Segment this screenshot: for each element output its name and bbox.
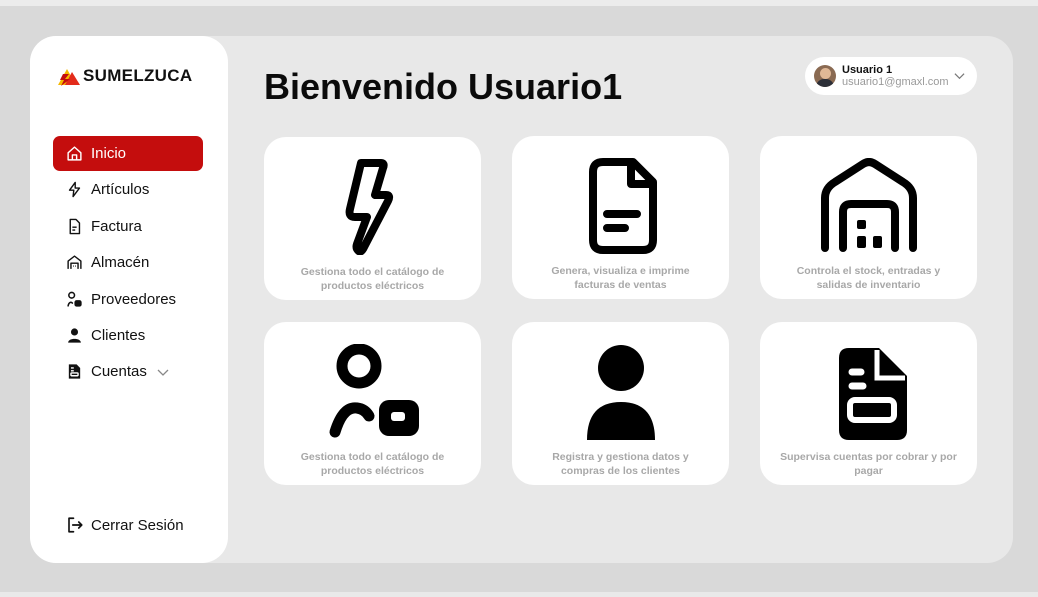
sidebar-nav: Inicio Artículos Factura Almacén Proveed… <box>53 136 203 391</box>
sidebar-item-factura[interactable]: Factura <box>53 209 203 244</box>
chevron-down-icon[interactable] <box>954 70 965 81</box>
document-icon <box>588 158 657 254</box>
card-description: Registra y gestiona datos y compras de l… <box>552 451 689 477</box>
chevron-down-icon[interactable] <box>157 366 169 378</box>
supplier-icon <box>329 344 419 438</box>
sidebar-item-proveedores[interactable]: Proveedores <box>53 282 203 317</box>
sidebar-item-label: Factura <box>91 217 142 235</box>
card-factura[interactable]: Genera, visualiza e imprime facturas de … <box>512 136 729 299</box>
page-title: Bienvenido Usuario1 <box>264 66 623 107</box>
brand-name: SUMELZUCA <box>83 66 193 85</box>
card-description: Gestiona todo el catálogo de productos e… <box>300 451 445 477</box>
user-name: Usuario 1 <box>842 64 893 76</box>
card-clientes[interactable]: Registra y gestiona datos y compras de l… <box>512 322 729 485</box>
user-menu[interactable]: Usuario 1 usuario1@gmaxl.com <box>805 57 977 95</box>
sidebar-item-label: Proveedores <box>91 290 177 308</box>
home-icon <box>66 145 83 162</box>
card-cuentas[interactable]: Supervisa cuentas por cobrar y por pagar <box>760 322 977 485</box>
logo-icon <box>58 69 80 86</box>
card-description: Genera, visualiza e imprime facturas de … <box>551 265 690 291</box>
sidebar-item-label: Inicio <box>91 145 127 162</box>
brand-logo[interactable]: SUMELZUCA <box>56 66 192 86</box>
top-strip <box>0 0 1038 6</box>
sidebar-item-label: Almacén <box>91 254 150 272</box>
sidebar-item-label: Clientes <box>91 326 146 344</box>
bolt-icon <box>66 181 83 198</box>
warehouse-icon <box>820 158 917 252</box>
user-icon <box>66 327 83 344</box>
card-almacen[interactable]: Controla el stock, entradas y salidas de… <box>760 136 977 299</box>
sidebar-item-almacen[interactable]: Almacén <box>53 245 203 280</box>
sidebar-item-inicio[interactable]: Inicio <box>53 136 203 171</box>
document-icon <box>66 218 83 235</box>
sidebar: SUMELZUCA Inicio Artículos Factura Almac… <box>30 36 228 563</box>
card-description: Gestiona todo el catálogo de productos e… <box>300 266 445 292</box>
accounts-icon <box>66 363 83 380</box>
user-email: usuario1@gmaxl.com <box>842 76 949 88</box>
sidebar-item-label: Artículos <box>91 181 150 199</box>
supplier-icon <box>66 291 83 308</box>
sidebar-item-label: Cuentas <box>91 363 147 381</box>
user-icon <box>586 345 655 440</box>
card-description: Supervisa cuentas por cobrar y por pagar <box>780 451 957 477</box>
bottom-strip <box>0 592 1038 597</box>
bolt-icon <box>345 159 393 255</box>
avatar <box>814 65 836 87</box>
logout-label: Cerrar Sesión <box>91 516 184 534</box>
sidebar-item-articulos[interactable]: Artículos <box>53 172 203 207</box>
app-window: SUMELZUCA Inicio Artículos Factura Almac… <box>30 36 1013 563</box>
card-proveedores[interactable]: Gestiona todo el catálogo de productos e… <box>264 322 481 485</box>
warehouse-icon <box>66 254 83 271</box>
card-articulos[interactable]: Gestiona todo el catálogo de productos e… <box>264 137 481 300</box>
sidebar-item-cuentas[interactable]: Cuentas <box>53 354 203 389</box>
sidebar-item-clientes[interactable]: Clientes <box>53 318 203 353</box>
card-description: Controla el stock, entradas y salidas de… <box>796 265 941 291</box>
logout-icon <box>68 517 83 533</box>
logout-button[interactable]: Cerrar Sesión <box>66 516 184 534</box>
accounts-icon <box>838 348 907 440</box>
